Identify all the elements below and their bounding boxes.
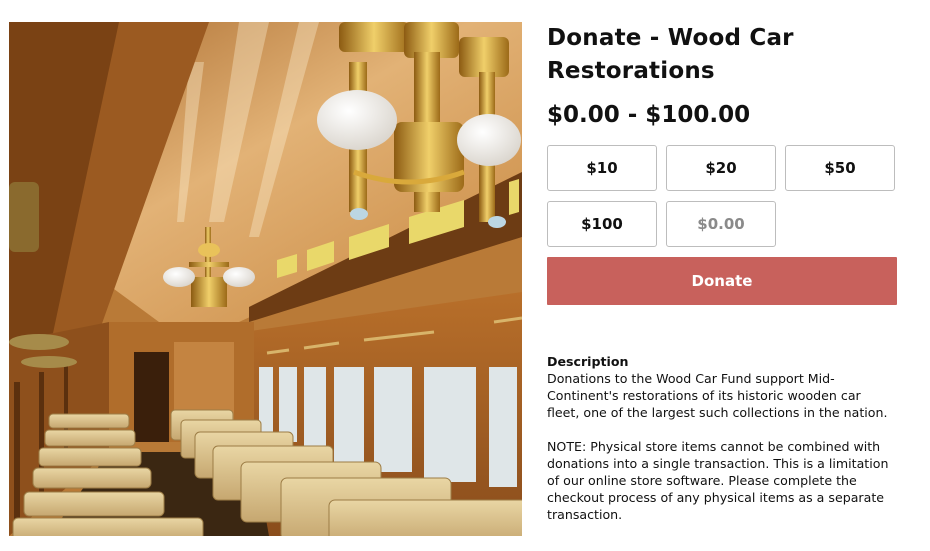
donate-button[interactable]: Donate bbox=[547, 257, 897, 305]
product-title: Donate - Wood Car Restorations bbox=[547, 25, 794, 84]
amount-options: $10 $20 $50 $100 bbox=[547, 145, 897, 249]
price-range: $0.00 - $100.00 bbox=[547, 102, 751, 128]
description-paragraph: Donations to the Wood Car Fund support M… bbox=[547, 371, 888, 420]
product-image bbox=[9, 22, 522, 536]
product-description: Description Donations to the Wood Car Fu… bbox=[547, 353, 897, 523]
custom-amount-input[interactable] bbox=[666, 201, 776, 247]
description-heading: Description bbox=[547, 354, 629, 369]
description-note: NOTE: Physical store items cannot be com… bbox=[547, 439, 889, 522]
product-panel: Donate - Wood Car Restorations $0.00 - $… bbox=[547, 22, 897, 522]
amount-50-button[interactable]: $50 bbox=[785, 145, 895, 191]
amount-20-button[interactable]: $20 bbox=[666, 145, 776, 191]
amount-10-button[interactable]: $10 bbox=[547, 145, 657, 191]
amount-100-button[interactable]: $100 bbox=[547, 201, 657, 247]
